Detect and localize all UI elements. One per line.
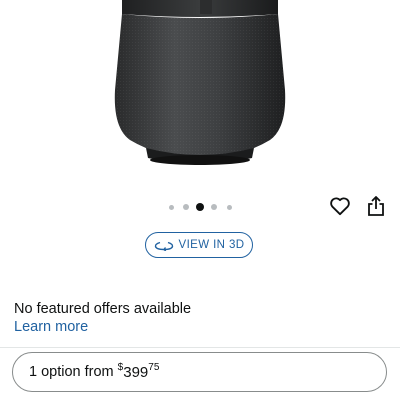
share-icon xyxy=(368,196,384,216)
option-prefix: 1 option from xyxy=(29,364,118,380)
product-image[interactable] xyxy=(0,0,400,190)
carousel-dot-active[interactable] xyxy=(196,203,204,211)
carousel-dot[interactable] xyxy=(183,204,189,210)
view-in-3d-label: VIEW IN 3D xyxy=(178,239,245,251)
no-offers-message: No featured offers available xyxy=(14,301,192,317)
price-fraction: 75 xyxy=(148,361,160,373)
price-currency: $ xyxy=(117,361,124,373)
section-divider xyxy=(0,347,400,348)
wishlist-button[interactable] xyxy=(327,193,353,219)
carousel-dot[interactable] xyxy=(169,204,174,210)
carousel-dot[interactable] xyxy=(227,204,232,210)
share-button[interactable] xyxy=(363,193,389,219)
view-in-3d-button[interactable]: VIEW IN 3D xyxy=(145,232,253,258)
buying-options-button[interactable]: 1 option from $ 399 75 xyxy=(12,352,387,392)
rotate-3d-icon xyxy=(154,241,173,251)
learn-more-link[interactable]: Learn more xyxy=(14,319,88,335)
price-whole: 399 xyxy=(123,363,149,381)
carousel-dot[interactable] xyxy=(211,204,217,210)
heart-icon xyxy=(330,197,350,216)
